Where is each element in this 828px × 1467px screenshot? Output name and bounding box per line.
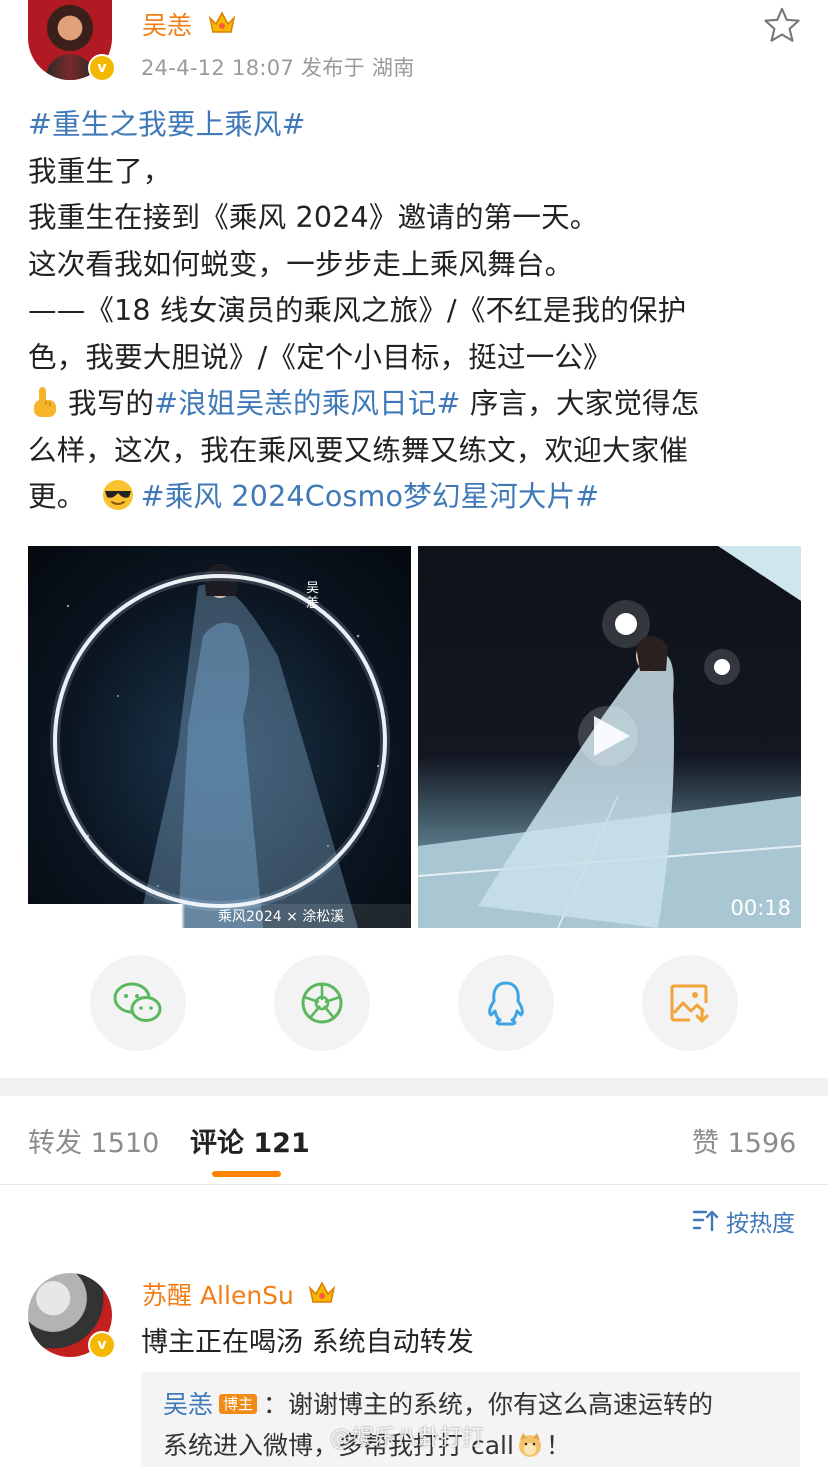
post-line: 这次看我如何蜕变，一步步走上乘风舞台。 bbox=[28, 247, 574, 281]
reply-text-end: ！ bbox=[545, 1431, 571, 1460]
pointing-hand-emoji-icon bbox=[34, 387, 56, 417]
post-line: 序言，大家觉得怎 bbox=[460, 387, 700, 420]
sort-by-hot-button[interactable]: 按热度 bbox=[692, 1204, 795, 1238]
image-1-caption: 乘风2024 × 涂松溪 bbox=[218, 909, 345, 925]
post-image-1[interactable]: 吴恙 乘风2024 × 涂松溪 bbox=[28, 546, 411, 928]
qq-icon bbox=[488, 981, 524, 1026]
commenter-name[interactable]: 苏醒 AllenSu bbox=[142, 1276, 294, 1312]
topic-link-diary[interactable]: #浪姐吴恙的乘风日记# bbox=[154, 387, 460, 420]
post-line: 我重生在接到《乘风 2024》邀请的第一天。 bbox=[28, 201, 599, 234]
sort-icon bbox=[692, 1210, 719, 1232]
commenter-verified-icon: v bbox=[88, 1331, 116, 1359]
post-body: #重生之我要上乘风# 我重生了， 我重生在接到《乘风 2024》邀请的第一天。 … bbox=[28, 102, 808, 521]
sort-label: 按热度 bbox=[726, 1211, 795, 1237]
share-wechat-button[interactable] bbox=[90, 955, 186, 1051]
share-qq-button[interactable] bbox=[458, 955, 554, 1051]
watermark: @娱乐八卦打打 bbox=[330, 1426, 485, 1451]
vip-crown-icon bbox=[208, 11, 236, 33]
post-video[interactable]: 00:18 bbox=[418, 546, 801, 928]
save-image-icon bbox=[670, 984, 709, 1024]
video-thumbnail-art bbox=[418, 546, 801, 928]
author-tag-badge: 博主 bbox=[219, 1394, 258, 1414]
favorite-star-icon[interactable] bbox=[763, 6, 801, 44]
wechat-icon bbox=[113, 982, 162, 1022]
doge-emoji-icon bbox=[518, 1433, 541, 1457]
post-line: 我写的 bbox=[68, 387, 155, 420]
moments-icon bbox=[301, 982, 343, 1024]
topic-link-rebirth[interactable]: #重生之我要上乘风# bbox=[28, 108, 306, 141]
post-line: ——《18 线女演员的乘风之旅》/《不红是我的保护 bbox=[28, 294, 687, 327]
author-name[interactable]: 吴恙 bbox=[142, 6, 192, 42]
verified-badge-icon: v bbox=[88, 54, 116, 82]
tab-comments[interactable]: 评论 121 bbox=[190, 1121, 310, 1160]
image-1-art bbox=[50, 564, 390, 928]
save-image-button[interactable] bbox=[642, 955, 738, 1051]
tab-reposts[interactable]: 转发 1510 bbox=[28, 1121, 159, 1160]
tabs-divider bbox=[0, 1184, 828, 1185]
reply-text-line1: ：谢谢博主的系统，你有这么高速运转的 bbox=[263, 1390, 714, 1419]
video-duration: 00:18 bbox=[730, 896, 791, 920]
share-moments-button[interactable] bbox=[274, 955, 370, 1051]
post-line: 我重生了， bbox=[28, 154, 172, 188]
commenter-vip-crown-icon bbox=[308, 1281, 336, 1303]
image-1-signature: 吴恙 bbox=[306, 581, 320, 611]
active-tab-indicator bbox=[212, 1171, 281, 1177]
reply-author[interactable]: 吴恙 bbox=[163, 1390, 213, 1419]
section-separator bbox=[0, 1078, 828, 1096]
topic-link-cosmo[interactable]: #乘风 2024Cosmo梦幻星河大片# bbox=[141, 480, 600, 513]
post-line: 更。 bbox=[28, 480, 86, 513]
sunglasses-emoji-icon bbox=[102, 480, 133, 510]
post-line: 色，我要大胆说》/《定个小目标，挺过一公》 bbox=[28, 340, 612, 374]
tab-likes[interactable]: 赞 1596 bbox=[692, 1121, 796, 1160]
post-line: 么样，这次，我在乘风要又练舞又练文，欢迎大家催 bbox=[28, 433, 689, 467]
author-name-text: 吴恙 bbox=[142, 11, 193, 40]
post-meta: 24-4-12 18:07 发布于 湖南 bbox=[141, 56, 415, 80]
comment-text: 博主正在喝汤 系统自动转发 bbox=[141, 1327, 474, 1358]
